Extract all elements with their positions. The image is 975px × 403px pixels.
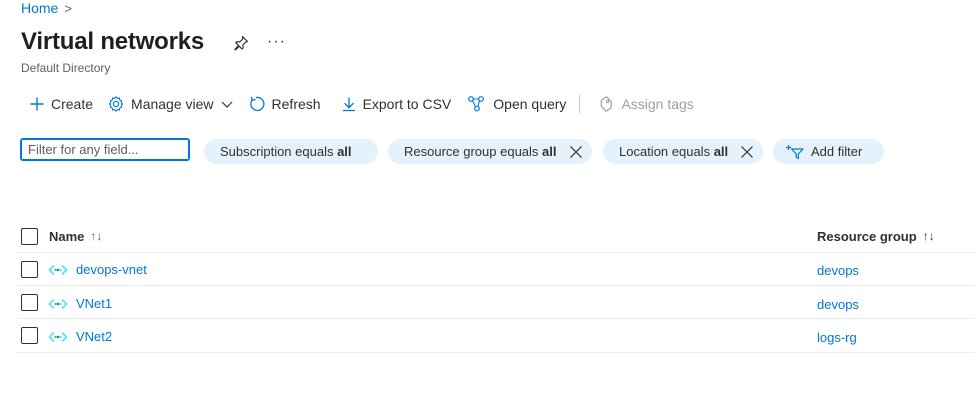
column-header-name[interactable]: Name [49,229,84,244]
row-resource-group-link[interactable]: devops [817,263,859,278]
row-checkbox[interactable] [21,294,38,311]
add-filter-label: Add filter [811,144,863,159]
table-row-name-link[interactable]: VNet1 [48,296,112,311]
plus-icon [30,97,44,111]
breadcrumb-separator: > [64,0,72,16]
chevron-down-icon [221,101,232,108]
column-header-resource-group-cell: Resource group ↑↓ [817,222,935,250]
refresh-icon [249,96,265,112]
filter-search-input[interactable] [20,138,190,161]
resource-group-filter-pill[interactable]: Resource group equals all [388,139,592,164]
close-icon[interactable] [569,145,583,159]
create-button[interactable]: Create [21,90,98,118]
row-checkbox[interactable] [21,327,38,344]
open-query-button[interactable]: Open query [462,90,571,118]
command-bar: Create Manage view Refresh Export to CSV… [21,90,699,118]
sort-icon[interactable]: ↑↓ [90,229,102,243]
row-divider [17,318,975,319]
table-row-name-link[interactable]: VNet2 [48,329,112,344]
tag-icon [601,96,613,112]
query-icon [468,96,485,112]
row-resource-group-link[interactable]: logs-rg [817,330,857,345]
pill-label: Resource group equals all [404,144,557,159]
breadcrumb-home-link[interactable]: Home [21,0,58,16]
refresh-button[interactable]: Refresh [243,90,326,118]
create-label: Create [51,96,94,112]
row-name-text: devops-vnet [76,262,147,277]
virtual-network-icon [48,264,68,275]
breadcrumb: Home > [21,0,72,16]
virtual-network-icon [48,331,68,342]
virtual-network-icon [48,298,68,309]
gear-icon [108,96,124,112]
row-resource-group-link[interactable]: devops [817,297,859,312]
row-name-text: VNet2 [76,329,113,344]
assign-tags-button[interactable]: Assign tags [592,90,698,118]
toolbar-divider [579,95,581,113]
add-filter-button[interactable]: Add filter [773,139,884,164]
download-icon [342,97,355,112]
export-csv-button[interactable]: Export to CSV [336,90,457,118]
subscription-filter-pill[interactable]: Subscription equals all [204,139,378,164]
pill-label: Location equals all [619,144,729,159]
export-csv-label: Export to CSV [362,96,452,112]
page-title: Virtual networks [21,28,205,55]
select-all-checkbox[interactable] [21,227,38,245]
close-icon[interactable] [740,145,754,159]
location-filter-pill[interactable]: Location equals all [603,139,763,164]
refresh-label: Refresh [271,96,321,112]
sort-icon[interactable]: ↑↓ [923,229,935,243]
more-options-icon[interactable]: ··· [267,33,286,51]
assign-tags-label: Assign tags [621,96,694,112]
table-row-name-link[interactable]: devops-vnet [48,262,147,277]
pill-label: Subscription equals all [220,144,352,159]
column-header-resource-group[interactable]: Resource group [817,229,917,244]
row-divider [17,352,975,353]
page-subtitle: Default Directory [21,61,111,75]
row-divider [17,285,975,286]
manage-view-button[interactable]: Manage view [102,90,239,118]
row-name-text: VNet1 [76,296,113,311]
row-checkbox[interactable] [21,261,38,278]
header-divider [17,252,975,253]
manage-view-label: Manage view [131,96,214,112]
select-all-header: Name ↑↓ [21,222,102,250]
add-filter-icon [786,144,804,159]
pin-icon[interactable] [232,34,250,52]
open-query-label: Open query [493,96,567,112]
